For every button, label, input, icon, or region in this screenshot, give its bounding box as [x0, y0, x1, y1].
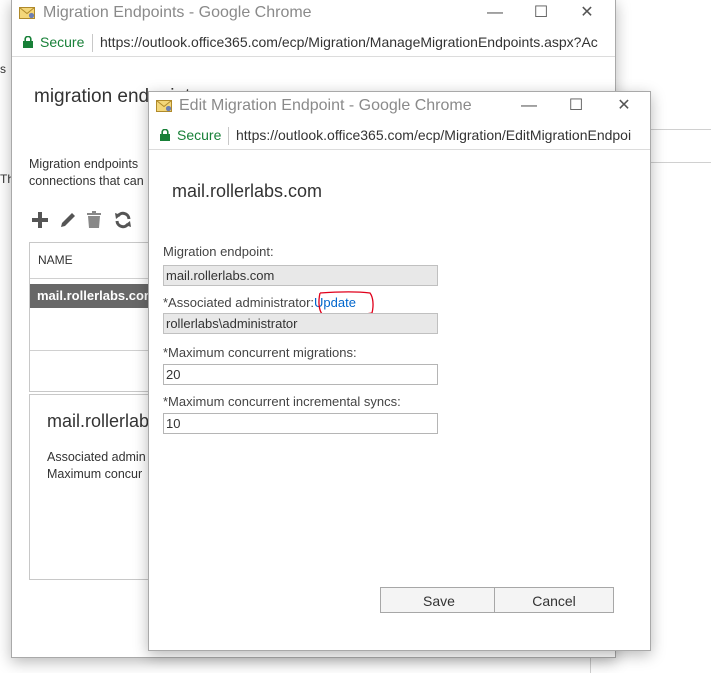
address-url[interactable]: https://outlook.office365.com/ecp/Migrat… — [100, 34, 598, 50]
max-migrations-input[interactable] — [163, 364, 438, 385]
edit-icon[interactable] — [58, 210, 78, 230]
endpoints-table: NAME mail.rollerlabs.com — [29, 242, 161, 392]
admin-label-text: *Associated administrator: — [163, 295, 315, 310]
table-divider — [30, 350, 160, 351]
secure-label: Secure — [177, 127, 222, 143]
envelope-icon — [156, 100, 172, 112]
close-button[interactable]: ✕ — [564, 0, 610, 26]
minimize-button[interactable]: — — [506, 93, 552, 119]
row-name: mail.rollerlabs.com — [37, 288, 156, 303]
max-incremental-label: *Maximum concurrent incremental syncs: — [163, 394, 401, 409]
address-bar[interactable]: Secure https://outlook.office365.com/ecp… — [12, 30, 615, 57]
table-row[interactable]: mail.rollerlabs.com — [30, 284, 160, 308]
minimize-button[interactable]: — — [472, 0, 518, 26]
background-divider — [650, 129, 711, 130]
window-title: Migration Endpoints - Google Chrome — [43, 4, 312, 21]
refresh-icon[interactable] — [113, 210, 133, 230]
details-admin-label: Associated admin — [47, 450, 146, 464]
close-button[interactable]: ✕ — [601, 93, 647, 119]
endpoint-field — [163, 265, 438, 286]
background-divider — [590, 657, 591, 673]
maximize-button[interactable]: ☐ — [518, 0, 564, 26]
page-description: Migration endpoints — [29, 157, 139, 171]
page-description: connections that can — [29, 174, 144, 188]
cancel-button[interactable]: Cancel — [494, 587, 614, 613]
address-divider — [92, 34, 93, 52]
max-incremental-input[interactable] — [163, 413, 438, 434]
address-divider — [228, 127, 229, 145]
secure-label: Secure — [40, 34, 85, 50]
envelope-icon — [19, 7, 35, 19]
details-max-label: Maximum concur — [47, 467, 143, 481]
add-icon[interactable] — [30, 210, 50, 230]
table-divider — [30, 278, 160, 279]
endpoint-label: Migration endpoint: — [163, 244, 274, 259]
maximize-button[interactable]: ☐ — [553, 93, 599, 119]
lock-icon — [23, 36, 33, 48]
background-text: s — [0, 62, 6, 76]
edit-endpoint-window: Edit Migration Endpoint - Google Chrome … — [148, 91, 651, 651]
address-url[interactable]: https://outlook.office365.com/ecp/Migrat… — [236, 127, 631, 143]
save-button[interactable]: Save — [380, 587, 498, 613]
details-title: mail.rollerlab — [47, 411, 150, 431]
background-divider — [650, 162, 711, 163]
window-titlebar: Migration Endpoints - Google Chrome — ☐ … — [12, 0, 615, 26]
window-titlebar: Edit Migration Endpoint - Google Chrome … — [149, 92, 650, 118]
delete-icon[interactable] — [84, 210, 104, 230]
column-header-name[interactable]: NAME — [38, 253, 73, 267]
address-bar[interactable]: Secure https://outlook.office365.com/ecp… — [149, 123, 650, 150]
admin-field — [163, 313, 438, 334]
max-migrations-label: *Maximum concurrent migrations: — [163, 345, 357, 360]
lock-icon — [160, 129, 170, 141]
dialog-title: mail.rollerlabs.com — [172, 181, 323, 201]
details-pane: mail.rollerlab Associated admin Maximum … — [29, 394, 161, 580]
window-title: Edit Migration Endpoint - Google Chrome — [179, 97, 472, 114]
